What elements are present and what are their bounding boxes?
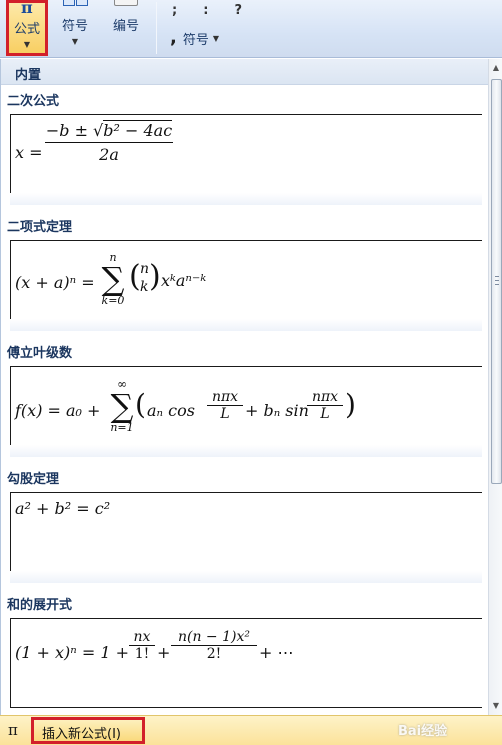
number-button-label: 编号 xyxy=(112,19,139,34)
category-label-fourier: 傅立叶级数 xyxy=(7,346,73,361)
binomial-sum-bottom: k=0 xyxy=(101,294,125,307)
expansion-frac2-den: 2! xyxy=(206,646,222,662)
fourier-fraction-1: nπx L xyxy=(207,389,243,422)
quadratic-radicand: b² − 4ac xyxy=(103,120,173,140)
colon-button[interactable]: : xyxy=(203,3,208,21)
binomial-lhs: (x + a)ⁿ = xyxy=(15,273,95,292)
card-fade xyxy=(10,571,482,583)
number-icon xyxy=(106,0,146,16)
baidu-watermark-logo: Bai经验 xyxy=(398,720,447,739)
binomial-tail: xᵏaⁿ⁻ᵏ xyxy=(161,271,207,290)
fourier-frac1-num: nπx xyxy=(211,389,239,405)
comma-icon: , xyxy=(170,27,177,48)
watermark-text: Bai经验 xyxy=(398,724,448,739)
category-label-expansion: 和的展开式 xyxy=(7,598,73,613)
equation-card-fourier[interactable]: f(x) = a₀ + ∞ ∑ n=1 ( aₙ cos nπx L + bₙ … xyxy=(10,366,482,456)
pi-icon: π xyxy=(21,0,33,17)
symbol-icon xyxy=(55,0,95,16)
expansion-tail: + ⋯ xyxy=(259,643,294,662)
equation-card-quadratic[interactable]: x = −b ± √b² − 4ac 2a xyxy=(10,114,482,204)
insert-new-equation-button[interactable]: 插入新公式(I) xyxy=(31,717,145,744)
symbol-button[interactable]: 符号 ▼ xyxy=(55,0,95,56)
fourier-lhs: f(x) = a₀ + xyxy=(15,401,101,420)
formula-button-label: 公式 xyxy=(13,22,40,37)
gallery-footer: π 插入新公式(I) Bai经验 xyxy=(0,715,502,745)
question-mark-button[interactable]: ? xyxy=(234,3,242,21)
fourier-frac2-den: L xyxy=(320,406,330,422)
quadratic-numerator: −b ± √ xyxy=(45,121,104,140)
expansion-frac2-num: n(n − 1)x² xyxy=(177,629,250,645)
fourier-frac1-den: L xyxy=(220,406,230,422)
fourier-fraction-2: nπx L xyxy=(307,389,343,422)
quadratic-fraction: −b ± √b² − 4ac 2a xyxy=(45,120,173,164)
scroll-down-arrow-icon[interactable]: ▼ xyxy=(489,699,502,713)
chevron-down-icon: ▼ xyxy=(212,33,220,43)
card-fade xyxy=(10,193,482,205)
expansion-lhs: (1 + x)ⁿ = 1 + xyxy=(15,643,129,662)
punctuation-row: ; : ? xyxy=(172,3,242,21)
number-button[interactable]: 编号 xyxy=(106,0,146,56)
binomial-coefficient: ( n k ) xyxy=(129,259,161,295)
expansion-plus: + xyxy=(157,643,171,662)
formula-button[interactable]: π 公式 ▼ xyxy=(6,0,48,56)
binomial-top: n xyxy=(140,261,150,277)
insert-new-equation-label: 插入新公式(I) xyxy=(42,727,121,742)
ribbon: π 公式 ▼ 符号 ▼ 编号 ; : ? , 符号 ▼ xyxy=(0,0,502,58)
category-label-binomial: 二项式定理 xyxy=(7,220,73,235)
symbol-dropdown-button[interactable]: , 符号 ▼ xyxy=(170,28,219,48)
expansion-fraction-2: n(n − 1)x² 2! xyxy=(171,629,257,662)
vertical-scrollbar[interactable]: ▲ ▼ xyxy=(488,59,502,715)
pythagorean-expr: a² + b² = c² xyxy=(15,499,111,518)
builtin-header: 内置 xyxy=(1,59,488,85)
scrollbar-thumb[interactable] xyxy=(491,79,502,484)
fourier-frac2-num: nπx xyxy=(311,389,339,405)
binomial-sum: n ∑ k=0 xyxy=(101,251,125,307)
grip-icon xyxy=(495,276,499,285)
symbol-dropdown-label: 符号 xyxy=(182,32,209,48)
expansion-frac1-den: 1! xyxy=(134,646,150,662)
chevron-down-icon: ▼ xyxy=(71,37,79,46)
fourier-an: aₙ cos xyxy=(147,401,195,420)
fourier-sum: ∞ ∑ n=1 xyxy=(110,377,134,434)
symbol-button-label: 符号 xyxy=(61,19,88,34)
card-fade xyxy=(10,319,482,331)
fourier-sum-bottom: n=1 xyxy=(110,421,134,434)
binomial-bottom: k xyxy=(140,279,149,295)
equation-card-binomial[interactable]: (x + a)ⁿ = n ∑ k=0 ( n k ) xᵏaⁿ⁻ᵏ xyxy=(10,240,482,330)
quadratic-lhs: x = xyxy=(15,143,43,162)
equation-card-expansion[interactable]: (1 + x)ⁿ = 1 + nx 1! + n(n − 1)x² 2! + ⋯ xyxy=(10,618,482,708)
pi-icon: π xyxy=(8,721,18,739)
fourier-bn: + bₙ sin xyxy=(245,401,309,420)
equation-card-pythagorean[interactable]: a² + b² = c² xyxy=(10,492,482,582)
category-label-pythagorean: 勾股定理 xyxy=(7,472,60,487)
builtin-label: 内置 xyxy=(15,68,42,83)
equation-gallery: 内置 二次公式 x = −b ± √b² − 4ac 2a 二项式定理 (x +… xyxy=(0,59,502,715)
expansion-fraction-1: nx 1! xyxy=(129,629,155,662)
expansion-frac1-num: nx xyxy=(133,629,151,645)
chevron-down-icon: ▼ xyxy=(23,40,31,49)
category-label-quadratic: 二次公式 xyxy=(7,94,60,109)
semicolon-button[interactable]: ; xyxy=(172,3,177,21)
card-fade xyxy=(10,445,482,457)
quadratic-denominator: 2a xyxy=(99,145,119,164)
scroll-up-arrow-icon[interactable]: ▲ xyxy=(489,61,502,75)
ribbon-separator xyxy=(156,2,157,54)
